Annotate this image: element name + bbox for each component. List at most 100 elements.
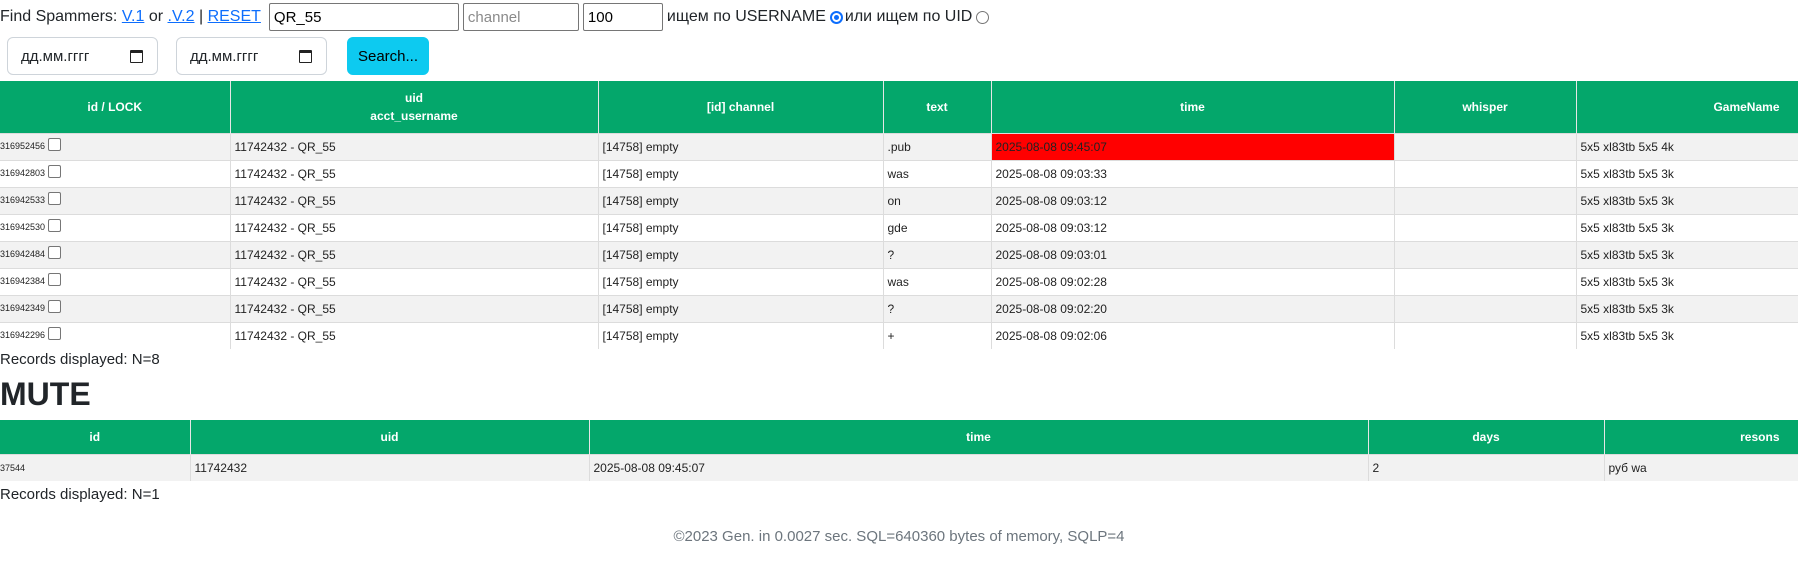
lock-checkbox[interactable] <box>48 219 62 232</box>
reset-link[interactable]: RESET <box>208 8 261 26</box>
cell-channel: [14758] empty <box>598 132 884 160</box>
v2-link[interactable]: .V.2 <box>168 8 195 26</box>
col-mute-uid[interactable]: uid <box>190 420 590 454</box>
mute-table: id uid time days resons 37544 11742432 202… <box>0 420 1798 481</box>
cell-channel-value: [14758] empty <box>602 139 679 154</box>
cell-uid: 11742432 - QR_55 <box>230 186 599 214</box>
cell-time-value: 2025-08-08 09:03:12 <box>995 220 1107 235</box>
cell-uid: 11742432 - QR_55 <box>230 159 599 187</box>
messages-header-row: id / LOCK uid acct_username [id] channel … <box>0 81 1798 133</box>
cell-text-value: on <box>887 193 901 208</box>
cell-text: gde <box>883 213 992 241</box>
cell-game-value: 5x5 xl83tb 5x5 3k <box>1580 301 1674 316</box>
table-row: 316942803 11742432 - QR_55 [14758] empty wa… <box>0 159 1798 187</box>
cell-time: 2025-08-08 09:45:07 <box>991 132 1395 160</box>
username-input[interactable] <box>268 3 459 31</box>
channel-input[interactable] <box>462 3 579 31</box>
lock-checkbox[interactable] <box>48 138 62 151</box>
cell-mute-uid: 11742432 <box>190 453 590 481</box>
col-text[interactable]: text <box>883 81 992 133</box>
cell-whisper <box>1394 186 1577 214</box>
calendar-icon[interactable] <box>130 49 143 63</box>
cell-id-value: 316942530 <box>0 221 46 232</box>
lock-checkbox[interactable] <box>48 300 62 313</box>
cell-channel-value: [14758] empty <box>602 328 679 343</box>
col-mute-days[interactable]: days <box>1368 420 1605 454</box>
cell-game: 5x5 xl83tb 5x5 3k <box>1576 321 1798 349</box>
cell-time-value: 2025-08-08 09:03:12 <box>995 193 1107 208</box>
cell-id-value: 316942296 <box>0 329 46 340</box>
cell-uid-value: 11742432 - QR_55 <box>234 328 336 343</box>
date-to-input[interactable]: дд.мм.гггг <box>176 37 327 75</box>
cell-id: 316952456 <box>0 132 231 160</box>
col-channel[interactable]: [id] channel <box>598 81 884 133</box>
cell-id-value: 316942349 <box>0 302 46 313</box>
radio-uid[interactable] <box>976 10 990 24</box>
radio-username[interactable] <box>829 10 843 24</box>
mute-header-row: id uid time days resons <box>0 420 1798 454</box>
lock-checkbox[interactable] <box>48 273 62 286</box>
cell-game-value: 5x5 xl83tb 5x5 3k <box>1580 166 1674 181</box>
cell-text-value: ? <box>887 301 895 316</box>
col-mute-id[interactable]: id <box>0 420 191 454</box>
cell-text-value: was <box>887 274 909 289</box>
cell-game-value: 5x5 xl83tb 5x5 4k <box>1580 139 1674 154</box>
cell-game-value: 5x5 xl83tb 5x5 3k <box>1580 193 1674 208</box>
lock-checkbox[interactable] <box>48 327 62 340</box>
col-whisper[interactable]: whisper <box>1394 81 1577 133</box>
cell-time: 2025-08-08 09:03:12 <box>991 213 1395 241</box>
lock-checkbox[interactable] <box>48 246 62 259</box>
date-from-input[interactable]: дд.мм.гггг <box>7 37 158 75</box>
cell-time-value: 2025-08-08 09:02:28 <box>995 274 1107 289</box>
cell-uid-value: 11742432 - QR_55 <box>234 247 336 262</box>
cell-id: 316942384 <box>0 267 231 295</box>
date-from-placeholder: дд.мм.гггг <box>21 47 90 65</box>
cell-channel-value: [14758] empty <box>602 166 679 181</box>
cell-uid: 11742432 - QR_55 <box>230 213 599 241</box>
cell-channel-value: [14758] empty <box>602 247 679 262</box>
cell-uid-value: 11742432 - QR_55 <box>234 301 336 316</box>
records-count: Records displayed: N=8 <box>0 351 160 368</box>
cell-game: 5x5 xl83tb 5x5 3k <box>1576 186 1798 214</box>
col-uid[interactable]: uid acct_username <box>230 81 599 133</box>
cell-uid-value: 11742432 - QR_55 <box>234 274 336 289</box>
v1-link[interactable]: V.1 <box>122 8 145 26</box>
cell-whisper <box>1394 240 1577 268</box>
cell-channel: [14758] empty <box>598 294 884 322</box>
cell-game-value: 5x5 xl83tb 5x5 3k <box>1580 328 1674 343</box>
cell-text: was <box>883 159 992 187</box>
cell-text: ? <box>883 240 992 268</box>
cell-time-value: 2025-08-08 09:45:07 <box>995 139 1107 154</box>
or-text: or <box>148 8 164 25</box>
lock-checkbox[interactable] <box>48 165 62 178</box>
radio-username-label: ищем по USERNAME <box>666 8 826 25</box>
search-button[interactable]: Search... <box>347 37 429 75</box>
cell-whisper <box>1394 267 1577 295</box>
mute-title: MUTE <box>0 376 91 412</box>
cell-uid-value: 11742432 - QR_55 <box>234 166 336 181</box>
cell-mute-days: 2 <box>1368 453 1605 481</box>
cell-uid-value: 11742432 - QR_55 <box>234 220 336 235</box>
col-mute-resons[interactable]: resons <box>1604 420 1798 454</box>
cell-game: 5x5 xl83tb 5x5 3k <box>1576 213 1798 241</box>
cell-whisper <box>1394 321 1577 349</box>
col-id-lock[interactable]: id / LOCK <box>0 81 231 133</box>
messages-table: id / LOCK uid acct_username [id] channel … <box>0 81 1798 349</box>
col-time[interactable]: time <box>991 81 1395 133</box>
separator: | <box>198 8 204 25</box>
cell-id: 316942533 <box>0 186 231 214</box>
cell-channel: [14758] empty <box>598 213 884 241</box>
lock-checkbox[interactable] <box>48 192 62 205</box>
table-row: 37544 11742432 2025-08-08 09:45:07 2 руб wa <box>0 453 1798 481</box>
col-gamename[interactable]: GameName <box>1576 81 1798 133</box>
col-mute-time[interactable]: time <box>589 420 1369 454</box>
cell-text-value: + <box>887 328 895 343</box>
table-row: 316942384 11742432 - QR_55 [14758] empty wa… <box>0 267 1798 295</box>
limit-input[interactable] <box>582 3 663 31</box>
calendar-icon[interactable] <box>299 49 312 63</box>
date-row: дд.мм.гггг дд.мм.гггг <box>7 37 327 75</box>
cell-game-value: 5x5 xl83tb 5x5 3k <box>1580 247 1674 262</box>
cell-id-value: 316942533 <box>0 194 46 205</box>
mute-records-count: Records displayed: N=1 <box>0 486 160 503</box>
cell-text: on <box>883 186 992 214</box>
